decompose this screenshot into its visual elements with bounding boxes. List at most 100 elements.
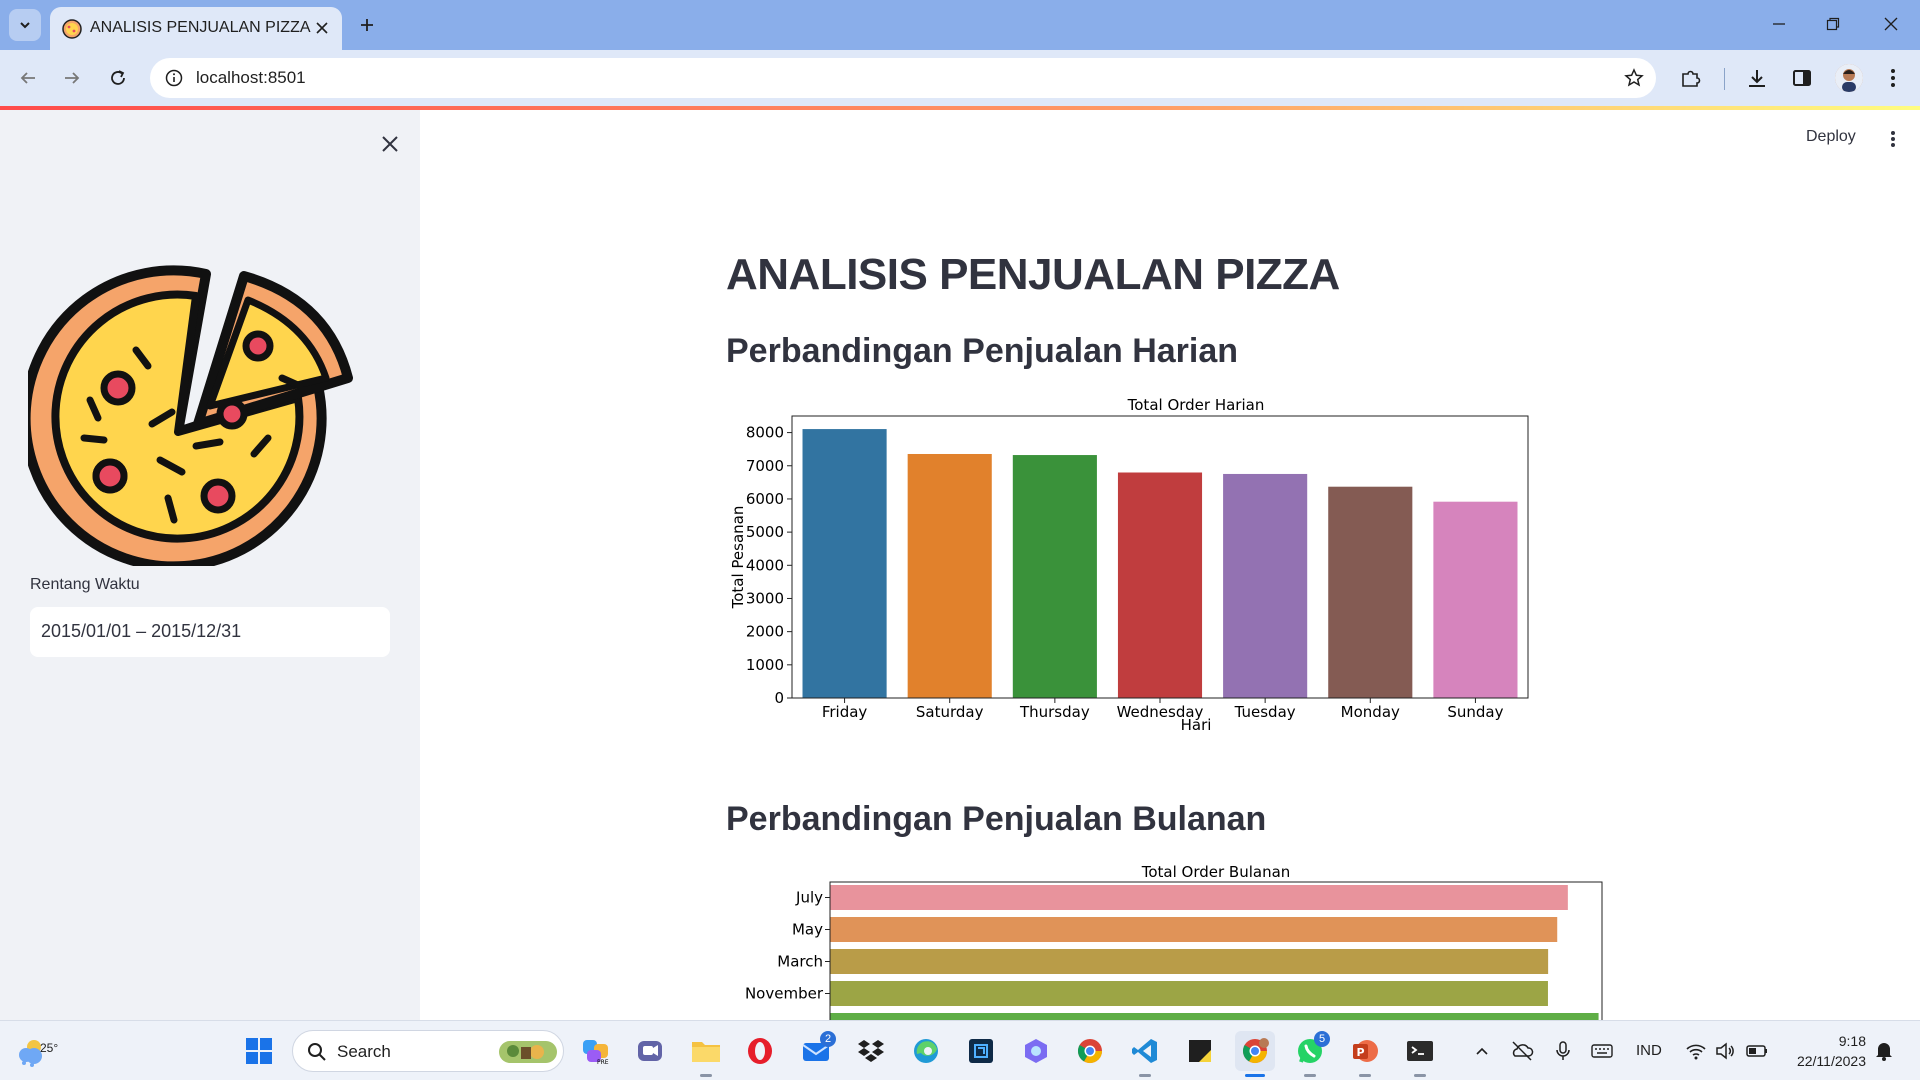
pizza-favicon-icon <box>62 19 82 39</box>
daily-chart-xlabel: Hari <box>1181 716 1212 734</box>
browser-menu-kebab-icon[interactable] <box>1879 64 1907 92</box>
profile-avatar[interactable] <box>1835 64 1863 92</box>
running-indicator <box>1139 1074 1151 1077</box>
browser-tab-active[interactable]: ANALISIS PENJUALAN PIZZA <box>50 7 342 50</box>
microphone-icon[interactable] <box>1551 1039 1575 1063</box>
minimize-icon <box>1773 23 1785 25</box>
monthly-y-tick-label: November <box>745 985 824 1003</box>
deploy-button[interactable]: Deploy <box>1806 128 1856 146</box>
forward-button[interactable] <box>54 60 90 96</box>
taskbar-app-store[interactable] <box>961 1031 1001 1071</box>
site-info-icon[interactable] <box>162 66 186 90</box>
keyboard-icon[interactable] <box>1590 1039 1614 1063</box>
daily-y-tick-label: 8000 <box>746 424 784 442</box>
sidebar-close-button[interactable] <box>376 130 404 158</box>
taskbar-app-edge[interactable] <box>906 1031 946 1071</box>
monthly-orders-chart: July May March November Total Order Bulanan <box>745 863 1603 1020</box>
taskbar-app-chrome[interactable] <box>1070 1031 1110 1071</box>
taskbar-app-vscode[interactable] <box>1125 1031 1165 1077</box>
taskbar-app-copilot-2[interactable] <box>1016 1031 1056 1071</box>
opera-icon <box>748 1038 772 1064</box>
terminal-icon <box>1407 1041 1433 1061</box>
monthly-bar-november <box>830 981 1548 1006</box>
battery-icon[interactable] <box>1745 1039 1769 1063</box>
close-window-button[interactable] <box>1866 6 1916 42</box>
folder-icon <box>692 1042 720 1062</box>
daily-chart-title: Total Order Harian <box>1127 396 1265 414</box>
reload-button[interactable] <box>100 60 136 96</box>
url-text[interactable]: localhost:8501 <box>196 68 306 88</box>
whatsapp-badge: 5 <box>1314 1031 1330 1047</box>
search-highlight-icon <box>499 1041 557 1063</box>
restore-window-button[interactable] <box>1808 6 1858 42</box>
chrome-icon <box>1242 1038 1269 1064</box>
browser-toolbar: localhost:8501 <box>0 50 1920 106</box>
monthly-bar-july <box>830 885 1568 910</box>
running-indicator <box>700 1074 712 1077</box>
taskbar-app-copilot[interactable]: PRE <box>576 1031 616 1071</box>
monthly-chart-title: Total Order Bulanan <box>1141 863 1291 881</box>
volume-icon[interactable] <box>1713 1039 1737 1063</box>
daily-y-tick-label: 3000 <box>746 589 784 607</box>
daily-y-tick-label: 4000 <box>746 556 784 574</box>
wifi-icon[interactable] <box>1684 1039 1708 1063</box>
daily-bar-sunday <box>1433 501 1518 698</box>
taskbar-app-file-explorer[interactable] <box>686 1031 726 1077</box>
daily-bar-saturday <box>907 453 992 698</box>
tab-search-button[interactable] <box>9 9 41 41</box>
tab-close-button[interactable] <box>310 16 334 40</box>
taskbar-app-powerpoint[interactable]: P <box>1345 1031 1385 1077</box>
start-button[interactable] <box>239 1031 279 1071</box>
active-indicator <box>1245 1074 1265 1077</box>
side-panel-icon[interactable] <box>1788 64 1816 92</box>
daily-y-tick-label: 2000 <box>746 623 784 641</box>
daily-y-tick-label: 1000 <box>746 656 784 674</box>
arrow-left-icon <box>20 72 35 84</box>
daily-x-tick-label: Monday <box>1341 703 1400 721</box>
back-button[interactable] <box>10 60 46 96</box>
taskbar-app-teams[interactable] <box>630 1031 670 1071</box>
daily-x-tick-label: Tuesday <box>1234 703 1296 721</box>
chrome-icon <box>1077 1039 1102 1064</box>
powerpoint-icon: P <box>1353 1040 1378 1062</box>
daily-orders-chart: 0 1000 2000 3000 4000 5000 6000 7000 8000 Friday… <box>729 396 1529 734</box>
clock-time: 9:18 <box>1838 1033 1866 1049</box>
monthly-y-tick-label: March <box>777 953 823 971</box>
onedrive-offline-icon[interactable] <box>1510 1039 1534 1063</box>
notification-bell-icon[interactable] <box>1872 1039 1896 1063</box>
taskbar-app-terminal[interactable] <box>1400 1031 1440 1077</box>
taskbar-app-whatsapp[interactable]: 5 <box>1290 1031 1330 1077</box>
daily-x-tick-label: Thursday <box>1019 703 1090 721</box>
extensions-puzzle-icon[interactable] <box>1677 64 1705 92</box>
new-tab-button[interactable] <box>352 10 382 40</box>
language-indicator[interactable]: IND <box>1636 1042 1662 1059</box>
restore-icon <box>1826 17 1840 31</box>
tray-chevron-up-icon[interactable] <box>1470 1039 1494 1063</box>
address-bar[interactable]: localhost:8501 <box>150 58 1656 98</box>
daily-x-tick-label: Saturday <box>916 703 984 721</box>
system-clock[interactable]: 9:18 22/11/2023 <box>1786 1031 1866 1071</box>
taskbar-app-opera[interactable] <box>740 1031 780 1071</box>
mail-badge: 2 <box>820 1031 836 1047</box>
download-icon[interactable] <box>1743 64 1771 92</box>
windows-taskbar: 25° Search PRE 2 5 P IND 9:18 22/11/2023 <box>0 1020 1920 1080</box>
bookmark-star-icon[interactable] <box>1622 66 1646 90</box>
vscode-icon <box>1132 1039 1157 1063</box>
daily-bar-wednesday <box>1117 472 1203 698</box>
video-chat-icon <box>638 1041 662 1061</box>
daily-bar-tuesday <box>1223 473 1308 698</box>
search-icon <box>308 1043 326 1061</box>
reload-icon <box>111 70 125 85</box>
search-label: Search <box>337 1042 391 1061</box>
main-menu-kebab-icon[interactable] <box>1882 126 1904 152</box>
running-indicator <box>1359 1074 1371 1077</box>
taskbar-app-mail[interactable]: 2 <box>796 1031 836 1071</box>
copilot-icon: PRE <box>583 1040 609 1066</box>
weather-widget[interactable]: 25° <box>12 1031 58 1071</box>
taskbar-app-sticky-notes[interactable] <box>1180 1031 1220 1071</box>
taskbar-search[interactable]: Search <box>292 1030 564 1072</box>
minimize-window-button[interactable] <box>1754 6 1804 42</box>
taskbar-app-chrome-profile[interactable] <box>1235 1031 1275 1077</box>
taskbar-app-dropbox[interactable] <box>851 1031 891 1071</box>
date-range-input[interactable]: 2015/01/01 – 2015/12/31 <box>30 607 390 657</box>
